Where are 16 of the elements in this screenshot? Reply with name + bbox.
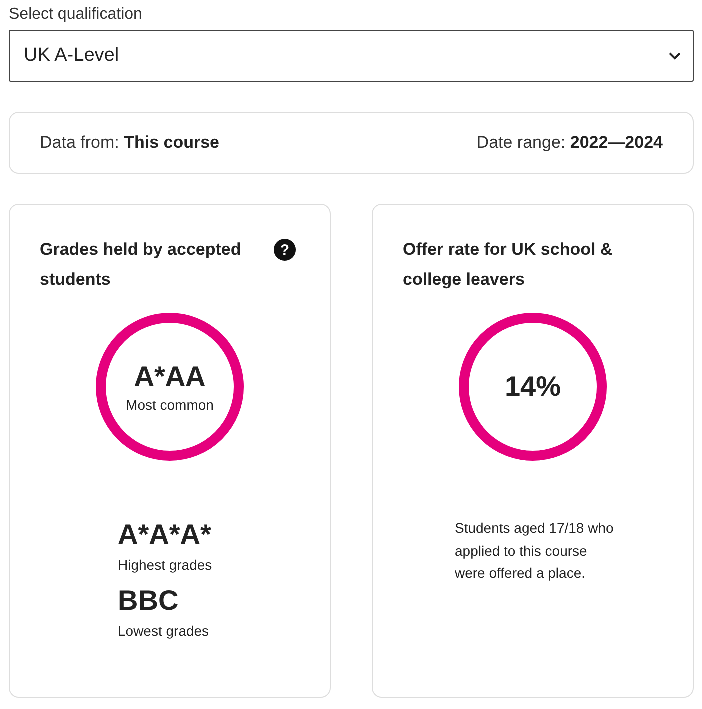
grade-caption: Lowest grades bbox=[118, 623, 210, 639]
date-range-text: Date range: 2022—2024 bbox=[476, 133, 663, 153]
rate-value: 14% bbox=[504, 371, 562, 403]
help-icon[interactable]: ? bbox=[274, 239, 296, 261]
card-title: Grades held by accepted students bbox=[40, 239, 242, 291]
qualification-select[interactable]: UK A-Level bbox=[9, 30, 694, 82]
chevron-down-icon bbox=[669, 52, 681, 60]
card-title: Offer rate for UK school & college leavers bbox=[403, 239, 614, 291]
grade-value: BBC bbox=[118, 585, 179, 617]
description-text: Students aged 17/18 who applied to this course were offered a place. bbox=[455, 519, 615, 583]
field-label: Select qualification bbox=[9, 6, 142, 24]
grade-caption: Most common bbox=[126, 397, 214, 413]
grade-value: A*A*A* bbox=[118, 519, 212, 551]
data-source-text: Data from: This course bbox=[40, 133, 220, 153]
grade-caption: Highest grades bbox=[118, 557, 212, 573]
grade-value: A*AA bbox=[134, 361, 206, 393]
